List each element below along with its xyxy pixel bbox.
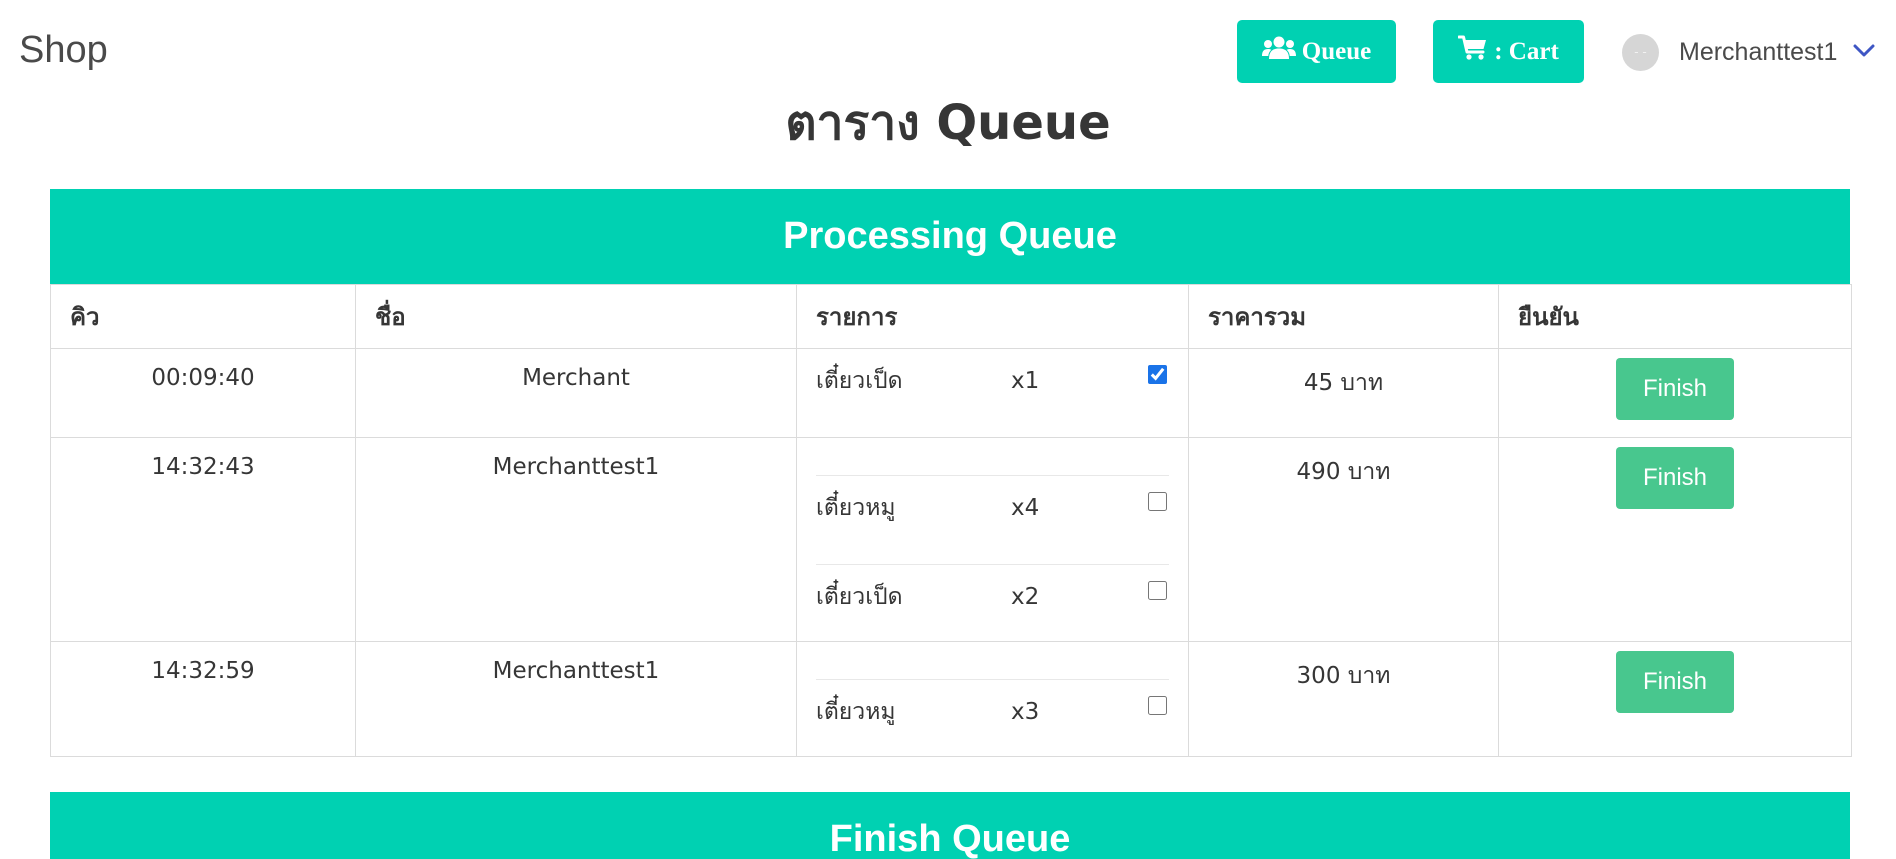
item-name: เตี๋ยวหมู bbox=[816, 699, 896, 725]
item-quantity: x1 bbox=[1011, 368, 1040, 394]
finish-button[interactable]: Finish bbox=[1616, 651, 1734, 713]
list-item: เตี๋ยวหมู x4 bbox=[816, 476, 1169, 564]
item-done-checkbox[interactable] bbox=[1148, 696, 1167, 715]
queue-time: 14:32:59 bbox=[50, 641, 356, 757]
finish-button[interactable]: Finish bbox=[1616, 447, 1734, 509]
cart-button[interactable]: : Cart bbox=[1433, 20, 1584, 83]
users-icon bbox=[1261, 36, 1302, 67]
order-items: เตี๋ยวเป็ด x1 bbox=[796, 348, 1189, 438]
queue-button[interactable]: Queue bbox=[1237, 20, 1396, 83]
finish-queue-header: Finish Queue bbox=[50, 792, 1850, 859]
column-header-items: รายการ bbox=[796, 284, 1189, 349]
avatar: - - bbox=[1622, 33, 1659, 71]
shopping-cart-icon bbox=[1457, 35, 1494, 68]
cart-button-label: : Cart bbox=[1494, 37, 1559, 65]
confirm-cell: Finish bbox=[1498, 348, 1852, 438]
item-name: เตี๋ยวเป็ด bbox=[816, 584, 903, 610]
item-done-checkbox[interactable] bbox=[1148, 365, 1167, 384]
column-header-confirm: ยืนยัน bbox=[1498, 284, 1852, 349]
item-done-checkbox[interactable] bbox=[1148, 581, 1167, 600]
order-total: 45 บาท bbox=[1188, 348, 1499, 438]
chevron-down-icon bbox=[1853, 43, 1875, 62]
order-total: 490 บาท bbox=[1188, 437, 1499, 642]
item-quantity: x3 bbox=[1011, 699, 1040, 725]
table-row: 14:32:59 Merchanttest1 เตี๋ยวหมู x3 300 … bbox=[50, 641, 1852, 757]
user-menu[interactable]: - - Merchanttest1 bbox=[1622, 32, 1875, 72]
item-name: เตี๋ยวเป็ด bbox=[816, 368, 903, 394]
confirm-cell: Finish bbox=[1498, 641, 1852, 757]
customer-name: Merchanttest1 bbox=[355, 437, 797, 642]
navbar: Shop Queue: Cart - - Merchanttest1 bbox=[0, 0, 1896, 103]
table-row: 00:09:40 Merchant เตี๋ยวเป็ด x1 45 บาท F… bbox=[50, 348, 1852, 438]
list-item: เตี๋ยวเป็ด x2 bbox=[816, 564, 1169, 641]
page: Shop Queue: Cart - - Merchanttest1 ตารา… bbox=[0, 0, 1896, 859]
processing-queue-header: Processing Queue bbox=[50, 189, 1850, 284]
item-done-checkbox[interactable] bbox=[1148, 492, 1167, 511]
list-item: เตี๋ยวเป็ด x1 bbox=[816, 349, 1169, 437]
item-name: เตี๋ยวหมู bbox=[816, 495, 896, 521]
column-header-name: ชื่อ bbox=[355, 284, 797, 349]
processing-queue-table: คิว ชื่อ รายการ ราคารวม ยืนยัน 00:09:40 … bbox=[50, 284, 1852, 757]
item-list-divider bbox=[816, 642, 1169, 680]
brand-link[interactable]: Shop bbox=[19, 26, 108, 74]
item-list-divider bbox=[816, 438, 1169, 476]
order-total: 300 บาท bbox=[1188, 641, 1499, 757]
confirm-cell: Finish bbox=[1498, 437, 1852, 642]
order-items: เตี๋ยวหมู x3 bbox=[796, 641, 1189, 757]
customer-name: Merchant bbox=[355, 348, 797, 438]
list-item: เตี๋ยวหมู x3 bbox=[816, 680, 1169, 756]
item-quantity: x4 bbox=[1011, 495, 1040, 521]
page-title: ตาราง Queue bbox=[785, 95, 1111, 151]
table-header-row: คิว ชื่อ รายการ ราคารวม ยืนยัน bbox=[50, 284, 1852, 349]
queue-button-label: Queue bbox=[1301, 37, 1372, 65]
item-quantity: x2 bbox=[1011, 584, 1040, 610]
table-row: 14:32:43 Merchanttest1 เตี๋ยวหมู x4 เตี๋… bbox=[50, 437, 1852, 642]
column-header-queue: คิว bbox=[50, 284, 356, 349]
finish-button[interactable]: Finish bbox=[1616, 358, 1734, 420]
order-items: เตี๋ยวหมู x4 เตี๋ยวเป็ด x2 bbox=[796, 437, 1189, 642]
queue-time: 00:09:40 bbox=[50, 348, 356, 438]
column-header-total: ราคารวม bbox=[1188, 284, 1499, 349]
queue-time: 14:32:43 bbox=[50, 437, 356, 642]
customer-name: Merchanttest1 bbox=[355, 641, 797, 757]
user-name: Merchanttest1 bbox=[1679, 37, 1838, 66]
